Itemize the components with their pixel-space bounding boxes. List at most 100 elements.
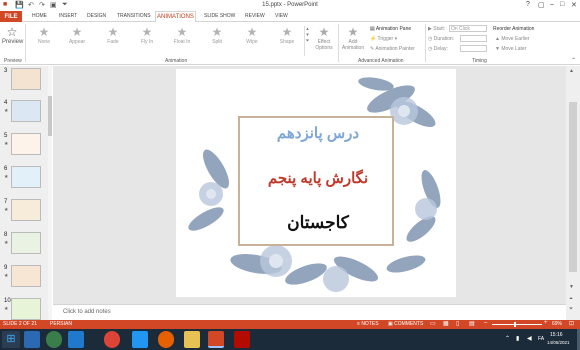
timing-group-label: Timing [472,58,487,64]
slide-number: 6 [4,166,8,172]
effect-none[interactable]: ★ None [29,25,59,45]
globe-app-icon[interactable] [46,331,62,348]
gallery-scroll[interactable]: ▴ ▾ ⏷ [304,26,310,56]
effect-wipe[interactable]: ★ Wipe [237,25,267,45]
fit-to-window-icon[interactable]: ⊡ [569,320,574,327]
pdf-reader-icon[interactable] [234,331,250,348]
tab-animations[interactable]: ANIMATIONS [155,11,196,22]
slide-number: 5 [4,133,8,139]
preview-group-label: Preview [4,58,22,64]
notes-pane[interactable]: Click to add notes [53,304,566,320]
effect-options-button[interactable]: ★ Effect Options [312,25,336,51]
start-button-icon[interactable]: ⊞ [2,331,20,348]
file-explorer-icon[interactable] [184,331,200,348]
zoom-level[interactable]: 69% [552,321,562,327]
effect-options-label: Effect Options [315,39,333,51]
notes-button[interactable]: ≡ NOTES [357,321,379,327]
slides-panel: 3 4 ★ 5 ★ 6 ★ 7 ★ 8 ★ 9 ★ 10 ★ [0,66,52,320]
slides-panel-scrollbar[interactable] [48,66,52,320]
normal-view-icon[interactable]: ▭ [430,320,436,327]
slide-thumbnail-9[interactable] [11,265,41,287]
tab-transitions[interactable]: TRANSITIONS [117,13,151,19]
effect-float-in[interactable]: ★ Float In [167,25,197,45]
slideshow-icon[interactable]: ▤ [469,320,475,327]
tab-view[interactable]: VIEW [275,13,288,19]
animation-painter-label: Animation Painter [375,46,415,52]
duration-label-text: Duration: [433,36,455,42]
effect-appear[interactable]: ★ Appear [62,25,92,45]
network-icon[interactable]: ▮ [516,335,519,342]
maximize-button[interactable]: □ [560,1,564,8]
slide-number: 7 [4,199,8,205]
volume-icon[interactable]: ◀ [527,335,532,342]
delay-input[interactable] [460,45,487,52]
reading-view-icon[interactable]: ▯ [456,320,459,327]
clock-time[interactable]: 15:16 [550,332,563,338]
zoom-slider-thumb[interactable] [514,322,516,327]
tab-insert[interactable]: INSERT [59,13,77,19]
animation-painter-button[interactable]: ✎ Animation Painter [370,46,415,52]
effect-fly-in[interactable]: ★ Fly In [132,25,162,45]
slide-number: 9 [4,265,8,271]
zoom-in-button[interactable]: + [544,320,548,326]
slide-title-line-1: درس پانزدهم [276,125,360,142]
slide-thumbnail-5[interactable] [11,133,41,155]
slide-thumbnail-6[interactable] [11,166,41,188]
move-earlier-button[interactable]: ▲ Move Earlier [495,36,529,42]
slide-sorter-icon[interactable]: ▦ [443,320,449,327]
slide-title-line-3: کاجستان [287,213,349,232]
tab-home[interactable]: HOME [32,13,47,19]
effect-label: Wipe [246,39,258,45]
slide-thumbnail-4[interactable] [11,100,41,122]
clock-date[interactable]: 14/05/2021 [547,340,570,345]
tab-slide-show[interactable]: SLIDE SHOW [204,13,235,19]
slide-number: 3 [4,68,8,74]
close-button[interactable]: ✕ [571,1,577,9]
start-label-text: Start: [433,26,446,32]
vertical-scrollbar[interactable]: ▲ ▼ ⏶ ⏷ [566,66,580,320]
internet-explorer-icon[interactable] [68,331,84,348]
float-in-star-icon: ★ [176,25,188,39]
language-tray[interactable]: FA [538,336,544,342]
tab-file[interactable]: FILE [0,11,22,22]
animation-star-icon: ★ [4,108,9,114]
comments-button[interactable]: ▣ COMMENTS [388,321,423,327]
start-dropdown[interactable]: On Click [449,25,487,32]
slide-thumbnail-8[interactable] [11,232,41,254]
help-button[interactable]: ? [526,1,530,8]
animation-pane-button[interactable]: ▤ Animation Pane [370,26,411,32]
start-label: ▶ Start: [428,26,446,32]
powerpoint-taskbar-icon[interactable] [208,331,224,348]
zoom-slider[interactable] [492,324,542,325]
effect-split[interactable]: ★ Split [202,25,232,45]
zoom-out-button[interactable]: – [484,320,487,326]
tab-review[interactable]: REVIEW [245,13,265,19]
collapse-ribbon-icon[interactable]: ⌃ [571,57,576,64]
add-animation-button[interactable]: ★ Add Animation [340,25,366,51]
minimize-button[interactable]: – [550,1,554,8]
trigger-button[interactable]: ⚡ Trigger ▾ [370,36,397,42]
move-later-button[interactable]: ▼ Move Later [495,46,526,52]
delay-label: ◷ Delay: [428,46,448,52]
preview-button[interactable]: ☆ Preview [2,25,23,45]
chrome-icon[interactable] [104,331,120,348]
slide-thumbnail-7[interactable] [11,199,41,221]
tab-design[interactable]: DESIGN [87,13,106,19]
status-bar: SLIDE 2 OF 21 PERSIAN ≡ NOTES ▣ COMMENTS… [0,320,580,329]
animation-star-icon: ★ [4,141,9,147]
comments-label: COMMENTS [394,321,424,327]
window-title: 15.pptx - PowerPoint [262,2,318,8]
media-app-icon[interactable] [132,331,148,348]
duration-input[interactable] [460,35,487,42]
telegram-icon[interactable] [24,331,40,348]
effect-shape[interactable]: ★ Shape [272,25,302,45]
language-indicator[interactable]: PERSIAN [50,321,72,327]
tray-arrow-icon[interactable]: ⌃ [505,335,510,342]
slide-thumbnail-3[interactable] [11,68,41,90]
effect-fade[interactable]: ★ Fade [98,25,128,45]
firefox-icon[interactable] [158,331,174,348]
slide-thumbnail-10[interactable] [11,298,41,320]
title-text-box[interactable]: درس پانزدهم نگارش پایه پنجم کاجستان [238,116,394,246]
ribbon-display-options-button[interactable]: ▢ [538,1,545,9]
move-earlier-label: Move Earlier [501,36,530,42]
